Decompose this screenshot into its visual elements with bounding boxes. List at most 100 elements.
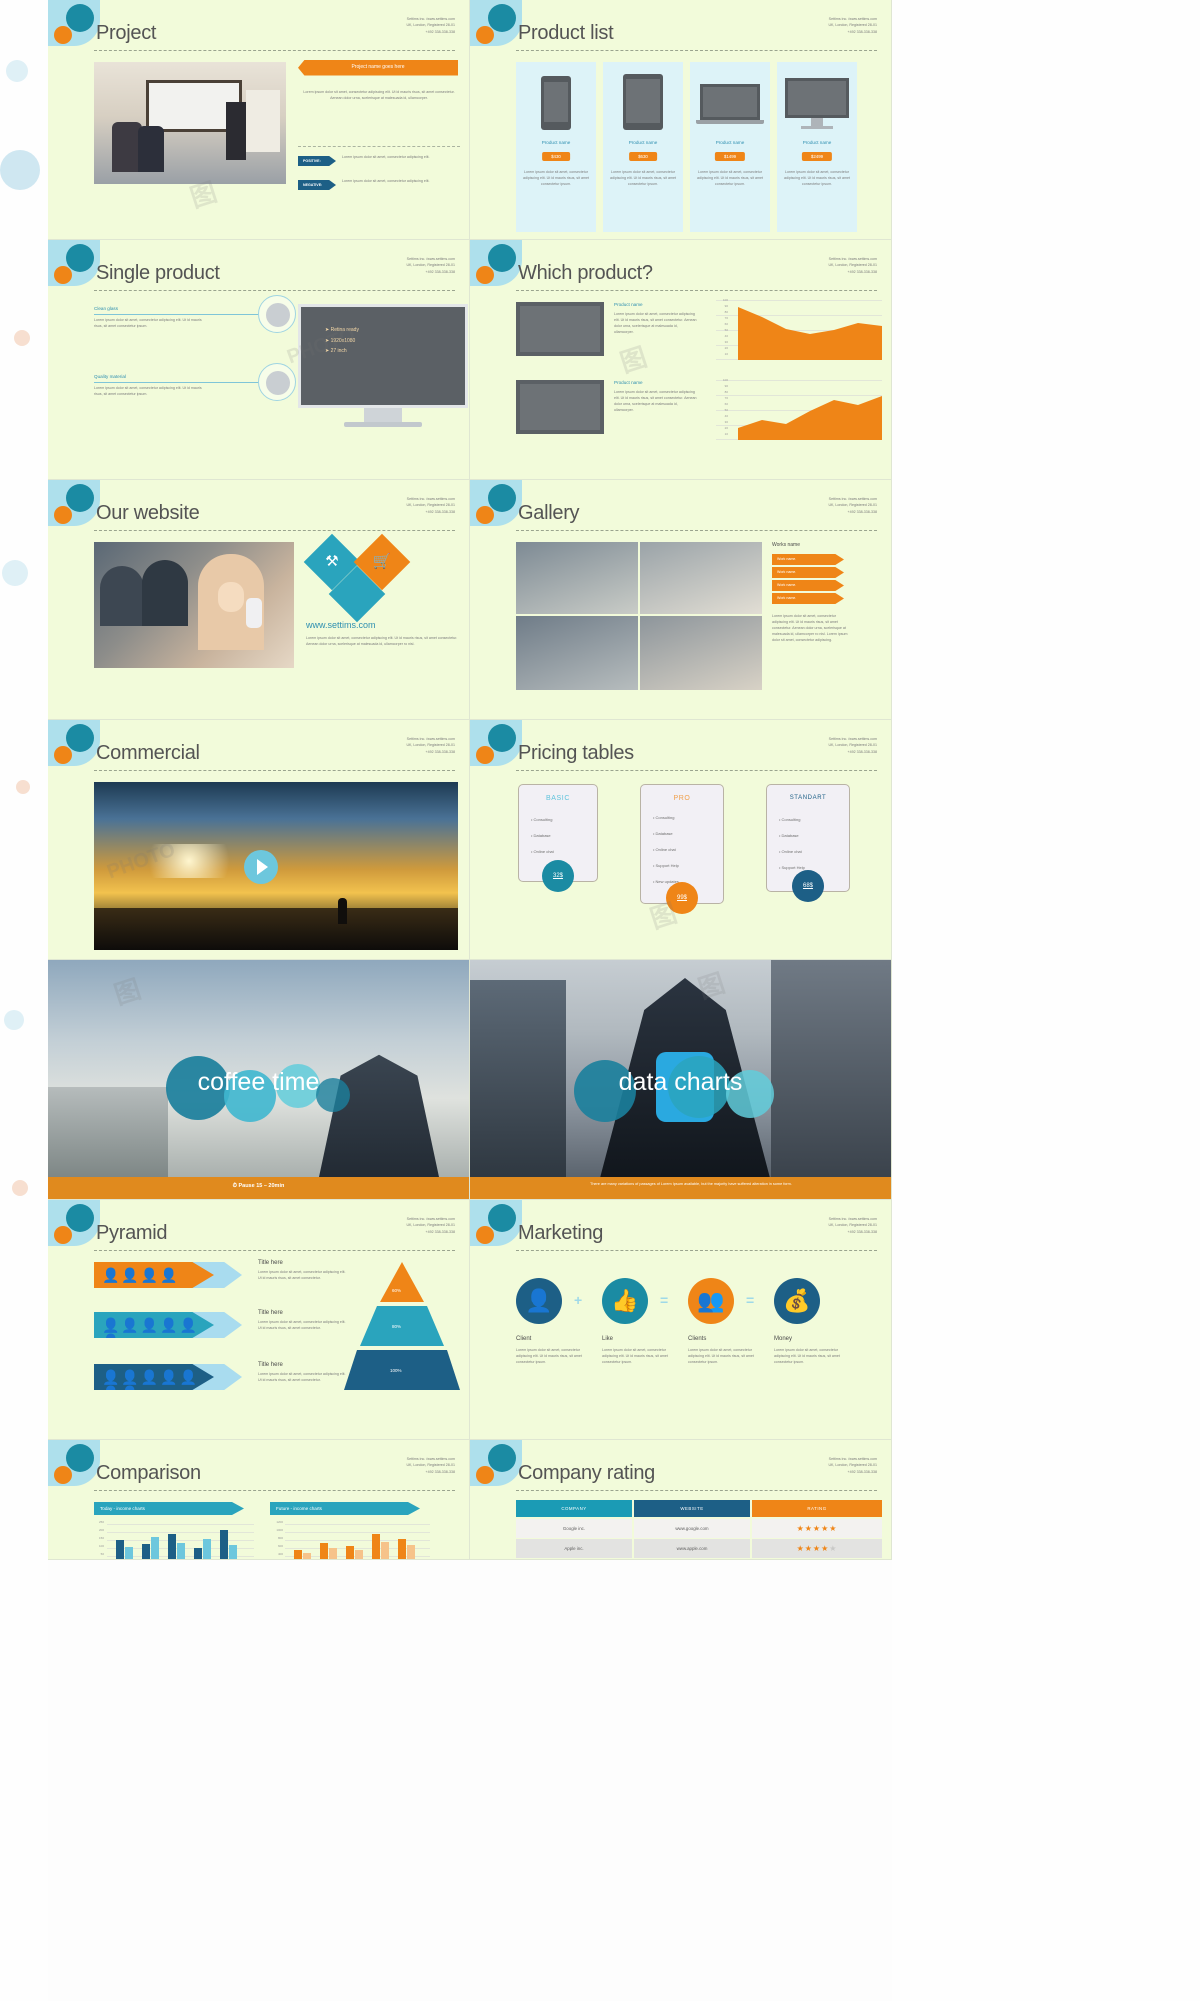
monitor-icon [785, 78, 849, 118]
plan-feature: Database [779, 833, 799, 838]
gallery-image[interactable] [640, 542, 762, 614]
person-icon[interactable]: 👤 [516, 1278, 562, 1324]
product-desc: Lorem ipsum dolor sit amet, consectetur … [523, 170, 589, 186]
group-icon[interactable]: 👥 [688, 1278, 734, 1324]
feature-bullet-circle [258, 295, 296, 333]
money-bag-icon[interactable]: 💰 [774, 1278, 820, 1324]
product-card[interactable]: Product name $2499 Lorem ipsum dolor sit… [777, 62, 857, 232]
title-divider [516, 50, 877, 51]
slide-gallery[interactable]: Gallery Settims inc. /www.settims.com UK… [470, 480, 892, 720]
spec-item: ➤ 1920x1080 [325, 337, 356, 344]
spec-item: ➤ 27 inch [325, 348, 347, 354]
work-label: Work name. [777, 570, 797, 574]
contact-info: Settims inc. /www.settims.com UK, London… [406, 1216, 455, 1235]
contact-line-2: UK, London, Registered 28-01 [406, 263, 455, 268]
contact-line-2: UK, London, Registered 28-01 [828, 503, 877, 508]
slide-data-charts[interactable]: data charts There are many variations of… [470, 960, 892, 1200]
work-item[interactable]: Work name. [772, 554, 844, 565]
chart-a-area [738, 307, 882, 360]
plan-feature: Consulting [779, 817, 801, 822]
work-item[interactable]: Work name. [772, 567, 844, 578]
product-name: Product name [614, 380, 643, 385]
table-header-website: WEBSITE [634, 1500, 750, 1517]
plan-price-basic[interactable]: 32$ [542, 860, 574, 892]
website-photo [94, 542, 294, 668]
slide-deck: Project Settims inc. /www.settims.com UK… [48, 0, 892, 1560]
contact-line-3: +492 338-338-338 [425, 29, 455, 34]
gallery-image[interactable] [516, 542, 638, 614]
feature-label: Quality material [94, 374, 126, 379]
slide-coffee-time[interactable]: coffee time ⏱ Pause 15 – 20min 图 [48, 960, 470, 1200]
work-item[interactable]: Work name. [772, 593, 844, 604]
slide-pricing-tables[interactable]: Pricing tables Settims inc. /www.settims… [470, 720, 892, 960]
teal-circle-icon [66, 724, 94, 752]
orange-circle-icon [476, 26, 494, 44]
contact-info: Settims inc. /www.settims.com UK, London… [828, 1216, 877, 1235]
orange-circle-icon [476, 266, 494, 284]
page-title: Comparison [96, 1462, 201, 1484]
phone-icon [541, 76, 571, 130]
slide-our-website[interactable]: Our website Settims inc. /www.settims.co… [48, 480, 470, 720]
project-photo [94, 62, 286, 184]
decor-dot [0, 150, 40, 190]
slide-pyramid[interactable]: Pyramid Settims inc. /www.settims.com UK… [48, 1200, 470, 1440]
hero-caption-text: There are many variations of passages of… [590, 1182, 792, 1186]
plan-feature: Support Help [653, 863, 679, 868]
slide-company-rating[interactable]: Company rating Settims inc. /www.settims… [470, 1440, 892, 1560]
contact-line-2: UK, London, Registered 28-01 [828, 1463, 877, 1468]
slide-marketing[interactable]: Marketing Settims inc. /www.settims.com … [470, 1200, 892, 1440]
people-icon: 👤👤👤👤👤👤 [102, 1317, 200, 1349]
work-item[interactable]: Work name. [772, 580, 844, 591]
product-name: Product name [802, 140, 832, 145]
slide-comparison[interactable]: Comparison Settims inc. /www.settims.com… [48, 1440, 470, 1560]
slide-single-product[interactable]: Single product Settims inc. /www.settims… [48, 240, 470, 480]
table-cell-website: www.microsoft.com [634, 1559, 750, 1560]
spec-list: ➤ Retina ready ➤ 1920x1080 ➤ 27 inch [325, 325, 359, 357]
feature-rule [94, 382, 279, 383]
step-label: Like [602, 1336, 614, 1342]
website-url[interactable]: www.settims.com [306, 620, 376, 630]
thumbs-up-icon[interactable]: 👍 [602, 1278, 648, 1324]
chart-today-income: 250 200 150 100 50 [94, 1520, 254, 1559]
contact-info: Settims inc. /www.settims.com UK, London… [406, 1456, 455, 1475]
slide-product-list[interactable]: Product list Settims inc. /www.settims.c… [470, 0, 892, 240]
plan-price-pro[interactable]: 99$ [666, 882, 698, 914]
contact-line-3: +492 338-338-338 [847, 749, 877, 754]
slide-commercial[interactable]: Commercial Settims inc. /www.settims.com… [48, 720, 470, 960]
slide-project[interactable]: Project Settims inc. /www.settims.com UK… [48, 0, 470, 240]
operator-equals: = [746, 1292, 755, 1308]
gallery-image[interactable] [516, 616, 638, 690]
feature-text: Lorem ipsum dolor sit amet, consectetur … [94, 318, 202, 328]
contact-line-2: UK, London, Registered 28-01 [406, 1463, 455, 1468]
orange-circle-icon [54, 746, 72, 764]
gallery-image[interactable] [640, 616, 762, 690]
product-card[interactable]: Product name $630 Lorem ipsum dolor sit … [603, 62, 683, 232]
table-cell-rating: ★★★★★ [752, 1519, 882, 1538]
contact-info: Settims inc. /www.settims.com UK, London… [828, 736, 877, 755]
plan-price-standart[interactable]: 68$ [792, 870, 824, 902]
pyramid-row-text: Lorem ipsum dolor sit amet, consectetur … [258, 1270, 346, 1280]
negative-chip: NEGATIVE: [298, 180, 336, 190]
contact-info: Settims inc. /www.settims.com UK, London… [406, 256, 455, 275]
play-icon[interactable] [244, 850, 278, 884]
teal-circle-icon [488, 244, 516, 272]
contact-line-2: UK, London, Registered 28-01 [406, 743, 455, 748]
title-divider [94, 1490, 455, 1491]
slide-which-product[interactable]: Which product? Settims inc. /www.settims… [470, 240, 892, 480]
pyramid-row[interactable]: 👤👤👤👤 [94, 1262, 214, 1288]
page-title: Project [96, 22, 157, 44]
step-label: Money [774, 1336, 793, 1342]
pyramid-row[interactable]: 👤👤👤👤👤👤 [94, 1312, 214, 1338]
plan-feature: Online chat [531, 849, 554, 854]
title-divider [516, 530, 877, 531]
hero-caption: ⏱ Pause 15 – 20min [48, 1183, 469, 1190]
watermark: 图 [616, 341, 651, 379]
orange-circle-icon [476, 506, 494, 524]
product-card[interactable]: Product name $1499 Lorem ipsum dolor sit… [690, 62, 770, 232]
pyramid-row[interactable]: 👤👤👤👤👤👤👤 [94, 1364, 214, 1390]
chart-a: 100 90 80 70 60 50 40 30 20 10 [716, 298, 882, 360]
title-divider [516, 1250, 877, 1251]
plan-feature: Consulting [531, 817, 553, 822]
monitor-stand [811, 118, 823, 126]
product-card[interactable]: Product name $430 Lorem ipsum dolor sit … [516, 62, 596, 232]
